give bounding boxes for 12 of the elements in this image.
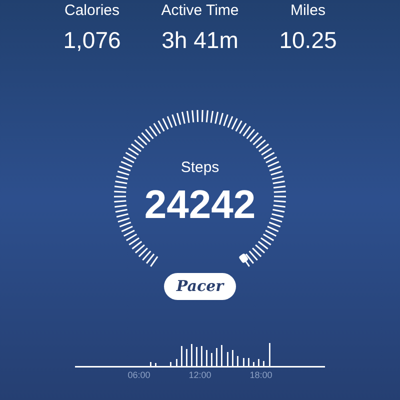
stat-value: 1,076 xyxy=(63,26,121,55)
stat-label: Active Time xyxy=(161,1,239,21)
stat-value: 3h 41m xyxy=(162,26,238,55)
time-axis-label: 06:00 xyxy=(128,369,150,382)
steps-label: Steps xyxy=(180,159,220,177)
stat-label: Calories xyxy=(64,1,120,21)
time-axis-label: 12:00 xyxy=(188,369,212,382)
stat-value: 10.25 xyxy=(279,26,337,55)
pacer-logo-button[interactable]: Pacer xyxy=(164,273,236,300)
time-axis-label: 18:00 xyxy=(250,369,272,382)
steps-count: 24242 xyxy=(144,183,256,227)
stat-label: Miles xyxy=(290,1,326,21)
